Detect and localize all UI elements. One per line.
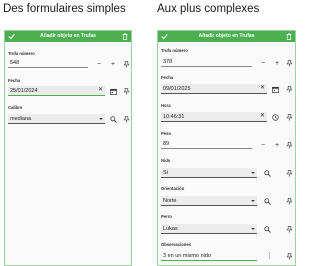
fecha-value: 25/01/2024 xyxy=(10,88,38,94)
dropdown-caret-icon[interactable] xyxy=(251,172,255,174)
pin-icon[interactable] xyxy=(286,170,293,177)
minus-icon[interactable]: − xyxy=(97,61,101,68)
form-title-bar: Añadir objeto en Trufas xyxy=(158,31,295,42)
minus-icon[interactable]: − xyxy=(261,142,265,149)
perro-value: Lukas xyxy=(163,226,178,232)
pin-icon[interactable] xyxy=(286,253,293,260)
observaciones-input[interactable]: 3 en un mismo nido xyxy=(161,251,257,261)
fecha-input[interactable]: 09/01/2025 ✕ xyxy=(161,84,267,94)
dropdown-caret-icon[interactable] xyxy=(251,200,255,202)
form-title-bar: Añadir objeto en Trufas xyxy=(5,31,131,42)
calibre-label: Calibre xyxy=(8,105,23,110)
fecha-value: 09/01/2025 xyxy=(163,86,191,92)
peso-label: Peso xyxy=(161,131,172,136)
orientacion-label: Orientación xyxy=(161,186,185,191)
fecha-label: Fecha xyxy=(8,78,21,83)
clock-icon[interactable] xyxy=(272,114,279,121)
plus-icon[interactable]: + xyxy=(111,61,115,68)
trufa-numero-label: Trufa número xyxy=(8,51,35,56)
orientacion-value: Norte xyxy=(163,198,177,204)
search-icon[interactable] xyxy=(264,170,271,177)
trash-icon[interactable] xyxy=(122,33,128,40)
trufa-numero-input[interactable]: 378 xyxy=(161,57,252,67)
pin-icon[interactable] xyxy=(286,114,293,121)
search-icon[interactable] xyxy=(264,226,271,233)
fecha-input[interactable]: 25/01/2024 ✕ xyxy=(8,86,105,96)
plus-icon[interactable]: + xyxy=(275,142,279,149)
more-vert-icon[interactable]: ⋮ xyxy=(266,253,273,260)
hora-value: 10:46:31 xyxy=(163,114,185,120)
peso-input[interactable]: 89 xyxy=(161,139,252,149)
pin-icon[interactable] xyxy=(286,86,293,93)
perro-select[interactable]: Lukas xyxy=(161,224,257,234)
plus-icon[interactable]: + xyxy=(275,60,279,67)
trufa-numero-label: Trufa número xyxy=(161,48,188,53)
form-title: Añadir objeto en Trufas xyxy=(198,33,255,39)
orientacion-select[interactable]: Norte xyxy=(161,196,257,206)
complex-form-panel: Añadir objeto en Trufas Trufa número 378… xyxy=(157,30,296,266)
dropdown-caret-icon[interactable] xyxy=(99,118,103,120)
dropdown-caret-icon[interactable] xyxy=(251,228,255,230)
clear-icon[interactable]: ✕ xyxy=(98,87,103,94)
nido-label: Nido xyxy=(161,158,171,163)
caption-complex: Aux plus complexes xyxy=(157,3,260,15)
search-icon[interactable] xyxy=(264,198,271,205)
pin-icon[interactable] xyxy=(286,226,293,233)
hora-label: Hora xyxy=(161,103,171,108)
fecha-label: Fecha xyxy=(161,75,174,80)
pin-icon[interactable] xyxy=(286,198,293,205)
pin-icon[interactable] xyxy=(123,61,130,68)
nido-value: Si xyxy=(163,170,168,176)
pin-icon[interactable] xyxy=(286,60,293,67)
calibre-select[interactable]: mediana xyxy=(8,114,105,124)
perro-label: Perro xyxy=(161,214,172,219)
pin-icon[interactable] xyxy=(123,88,130,95)
simple-form-panel: Añadir objeto en Trufas Trufa número 548… xyxy=(4,30,132,266)
caption-simple: Des formulaires simples xyxy=(3,3,126,15)
calendar-icon[interactable] xyxy=(272,86,279,93)
hora-input[interactable]: 10:46:31 ✕ xyxy=(161,112,267,122)
nido-select[interactable]: Si xyxy=(161,168,257,178)
trash-icon[interactable] xyxy=(286,33,292,40)
calendar-icon[interactable] xyxy=(110,88,117,95)
calibre-value: mediana xyxy=(10,116,32,122)
clear-icon[interactable]: ✕ xyxy=(260,85,265,92)
pin-icon[interactable] xyxy=(123,116,130,123)
clear-icon[interactable]: ✕ xyxy=(260,113,265,120)
observaciones-label: Observaciones xyxy=(161,242,192,247)
form-title: Añadir objeto en Trufas xyxy=(40,33,96,39)
minus-icon[interactable]: − xyxy=(261,60,265,67)
pin-icon[interactable] xyxy=(286,142,293,149)
search-icon[interactable] xyxy=(110,116,117,123)
trufa-numero-input[interactable]: 548 xyxy=(8,58,88,68)
